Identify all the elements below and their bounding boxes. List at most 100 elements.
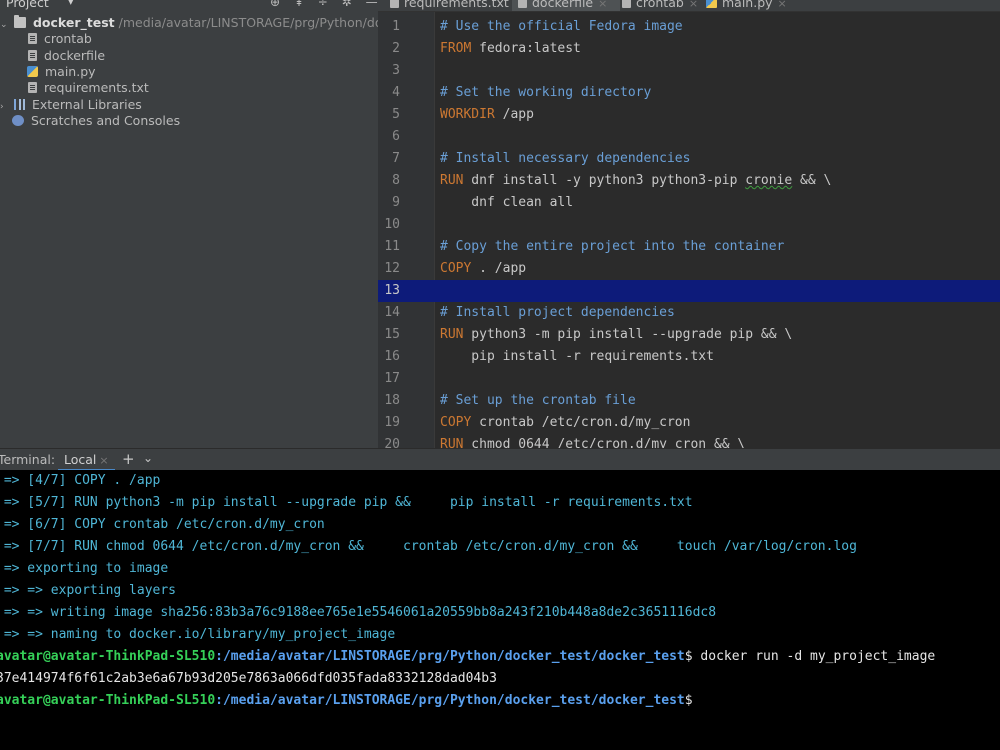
code-text: dnf clean all [440, 192, 573, 214]
terminal-text: => [7/7] RUN chmod 0644 /etc/cron.d/my_c… [0, 539, 857, 554]
code-line[interactable]: 16 pip install -r requirements.txt [378, 346, 1000, 368]
tree-scratches[interactable]: Scratches and Consoles [12, 113, 180, 129]
line-number: 3 [392, 63, 400, 78]
code-line[interactable]: 5 WORKDIR /app [378, 104, 1000, 126]
terminal-output[interactable]: => [4/7] COPY . /app => [5/7] RUN python… [0, 470, 1000, 750]
comment-token: # Install project dependencies [440, 305, 675, 320]
code-line[interactable]: 15 RUN python3 -m pip install --upgrade p… [378, 324, 1000, 346]
code-text: pip install -r requirements.txt [440, 346, 714, 368]
code-token: fedora:latest [471, 41, 581, 56]
file-icon [28, 33, 37, 44]
code-text: # Install necessary dependencies [440, 148, 690, 170]
code-line[interactable]: 14 # Install project dependencies [378, 302, 1000, 324]
minimize-icon[interactable]: — [366, 0, 378, 9]
plus-icon[interactable]: + [122, 450, 135, 468]
file-name: crontab [43, 31, 92, 46]
code-line[interactable]: 7 # Install necessary dependencies [378, 148, 1000, 170]
code-area[interactable]: 1 # Use the official Fedora image 2 FROM fe… [378, 12, 1000, 448]
scratches-icon [12, 115, 24, 126]
line-number: 10 [384, 217, 400, 232]
code-text: COPY . /app [440, 258, 526, 280]
tab-label: dockerfile [532, 0, 594, 10]
terminal-output-line: => => exporting layers [0, 580, 176, 602]
file-name: requirements.txt [43, 80, 149, 95]
code-line[interactable]: 17 [378, 368, 1000, 390]
code-line[interactable]: 19 COPY crontab /etc/cron.d/my_cron [378, 412, 1000, 434]
comment-token: # Copy the entire project into the conta… [440, 239, 785, 254]
expand-arrow-icon[interactable]: ⌄ [0, 17, 10, 33]
terminal-output-line: => [6/7] COPY crontab /etc/cron.d/my_cro… [0, 514, 325, 536]
line-number: 9 [392, 195, 400, 210]
tree-file-crontab[interactable]: crontab [28, 31, 92, 47]
close-icon[interactable]: × [598, 0, 607, 10]
code-text: RUN dnf install -y python3 python3-pip c… [440, 170, 831, 192]
tab-label: main.py [722, 0, 773, 10]
code-line[interactable]: 18 # Set up the crontab file [378, 390, 1000, 412]
file-name: dockerfile [43, 48, 106, 63]
tab-crontab[interactable]: crontab × [616, 0, 698, 11]
library-icon [13, 99, 25, 110]
gear-icon[interactable]: ✲ [342, 0, 352, 9]
file-icon [622, 0, 631, 8]
tab-requirements-txt[interactable]: requirements.txt× [384, 0, 523, 11]
chevron-down-icon[interactable]: ▾ [68, 0, 74, 8]
code-line[interactable]: 9 dnf clean all [378, 192, 1000, 214]
tree-external-libraries[interactable]: › External Libraries [0, 97, 142, 113]
code-line[interactable]: 12 COPY . /app [378, 258, 1000, 280]
code-line[interactable]: 4 # Set the working directory [378, 82, 1000, 104]
code-text: FROM fedora:latest [440, 38, 581, 60]
scratches-label: Scratches and Consoles [30, 113, 181, 128]
close-icon[interactable]: × [689, 0, 698, 10]
tree-root-docker-test[interactable]: ⌄ docker_test /media/avatar/LINSTORAGE/p… [0, 15, 378, 31]
chevron-down-icon[interactable]: ⌄ [143, 451, 153, 465]
terminal-text: => [5/7] RUN python3 -m pip install --up… [0, 495, 693, 510]
code-line[interactable]: 2 FROM fedora:latest [378, 38, 1000, 60]
code-line[interactable]: 11 # Copy the entire project into the con… [378, 236, 1000, 258]
tab-local-terminal[interactable]: Local × [58, 449, 115, 471]
line-number: 4 [392, 85, 400, 100]
code-token: chmod 0644 /etc/cron.d/my_cron && \ [463, 437, 746, 448]
terminal-output-line: => exporting to image [0, 558, 168, 580]
line-number: 15 [384, 327, 400, 342]
code-line[interactable]: 13 [378, 280, 1000, 302]
project-view-selector[interactable]: Project [6, 0, 49, 10]
collapse-all-icon[interactable]: ⇞ [294, 0, 304, 9]
code-text: # Set up the crontab file [440, 390, 636, 412]
prompt-user: avatar@avatar-ThinkPad-SL510 [0, 693, 216, 708]
tab-main-py[interactable]: main.py × [700, 0, 787, 11]
tree-file-dockerfile[interactable]: dockerfile [28, 48, 105, 64]
keyword-token: FROM [440, 41, 472, 56]
prompt-user: avatar@avatar-ThinkPad-SL510 [0, 649, 216, 664]
terminal-text: => => exporting layers [0, 583, 177, 598]
comment-token: # Use the official Fedora image [440, 19, 683, 34]
terminal-tab-bar: Terminal: Local × + ⌄ [0, 448, 1000, 471]
line-number: 12 [384, 261, 400, 276]
terminal-output-line: => [7/7] RUN chmod 0644 /etc/cron.d/my_c… [0, 536, 857, 558]
terminal-prompt-line: avatar@avatar-ThinkPad-SL510:/media/avat… [0, 690, 693, 712]
tree-file-main-py[interactable]: main.py [27, 64, 96, 80]
line-number: 14 [384, 305, 400, 320]
code-line[interactable]: 8 RUN dnf install -y python3 python3-pip … [378, 170, 1000, 192]
code-line[interactable]: 20 RUN chmod 0644 /etc/cron.d/my_cron && … [378, 434, 1000, 448]
code-token: . /app [471, 261, 527, 276]
code-line[interactable]: 3 [378, 60, 1000, 82]
close-icon[interactable]: × [99, 454, 108, 467]
close-icon[interactable]: × [778, 0, 787, 10]
terminal-prompt-line: avatar@avatar-ThinkPad-SL510:/media/avat… [0, 646, 935, 668]
target-icon[interactable]: ⊕ [270, 0, 280, 9]
expand-all-icon[interactable]: ÷ [318, 0, 328, 9]
tree-file-requirements[interactable]: requirements.txt [28, 80, 149, 96]
tab-dockerfile[interactable]: dockerfile × [512, 0, 620, 11]
code-line[interactable]: 6 [378, 126, 1000, 148]
terminal-text: 37e414974f6f61c2ab3e6a67b93d205e7863a066… [0, 671, 497, 686]
terminal-output-line: 37e414974f6f61c2ab3e6a67b93d205e7863a066… [0, 668, 497, 690]
code-line[interactable]: 10 [378, 214, 1000, 236]
editor-tab-bar: requirements.txt× dockerfile× crontab× m… [378, 0, 1000, 12]
line-number: 5 [392, 107, 400, 122]
code-line[interactable]: 1 # Use the official Fedora image [378, 16, 1000, 38]
file-name: main.py [44, 64, 96, 79]
terminal-output-line: => => naming to docker.io/library/my_pro… [0, 624, 395, 646]
expand-arrow-icon[interactable]: › [0, 99, 10, 115]
tab-label: requirements.txt [404, 0, 509, 10]
terminal-text: => exporting to image [0, 561, 169, 576]
